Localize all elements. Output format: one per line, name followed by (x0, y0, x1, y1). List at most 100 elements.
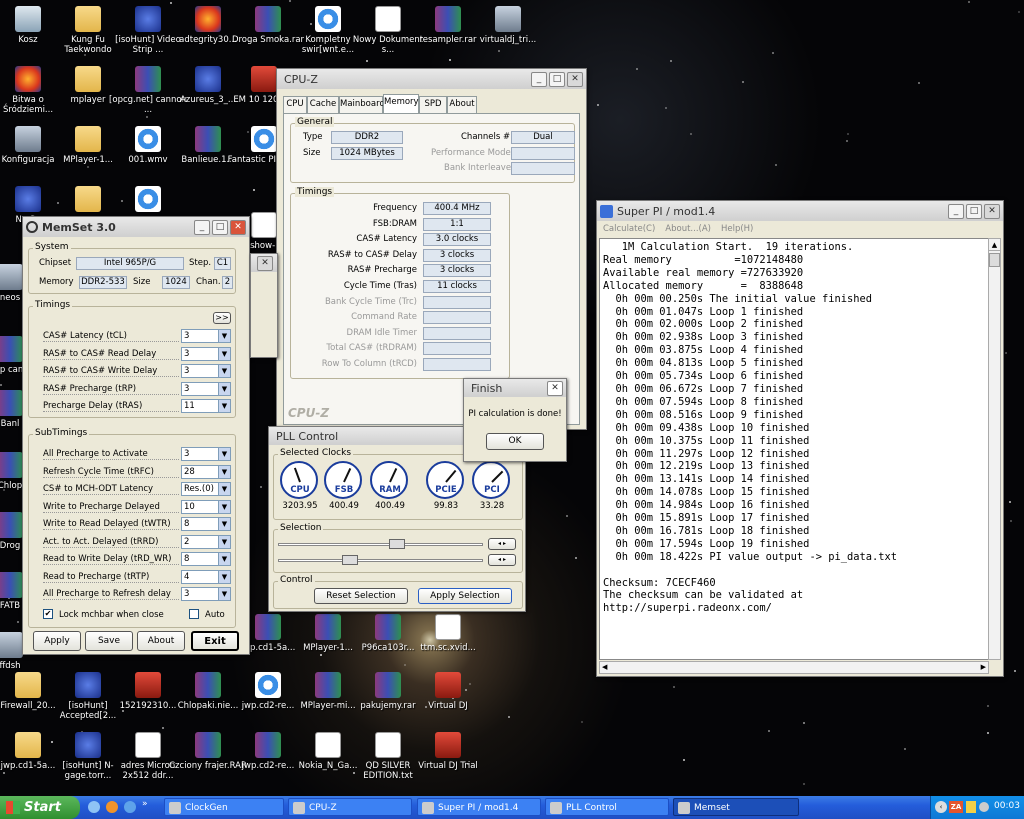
tab-about[interactable]: About (447, 96, 477, 113)
desktop-icon[interactable]: ttm.sc.xvid... (408, 612, 488, 674)
timing-select[interactable]: 11 ▼ (181, 399, 231, 413)
chevron-down-icon[interactable]: ▼ (218, 465, 230, 478)
chevron-down-icon[interactable]: ▼ (218, 553, 230, 565)
start-button[interactable]: Start (0, 796, 80, 819)
minimize-button[interactable]: _ (948, 203, 964, 219)
horizontal-scrollbar[interactable]: ◀ ▶ (599, 661, 989, 674)
timing-select[interactable]: Res.(0) ▼ (181, 482, 231, 496)
reset-selection-button[interactable]: Reset Selection (314, 588, 408, 604)
tray-collapse-icon[interactable]: ‹ (935, 801, 947, 813)
more-button[interactable]: >> (213, 312, 231, 324)
close-button[interactable]: ✕ (547, 380, 563, 396)
cpuz-titlebar[interactable]: CPU-Z _ □ ✕ (277, 69, 586, 89)
close-button[interactable]: ✕ (984, 203, 1000, 219)
superpi-titlebar[interactable]: Super PI / mod1.4 _ □ ✕ (597, 201, 1003, 221)
slider-track-2[interactable] (278, 559, 483, 562)
chevron-down-icon[interactable]: ▼ (218, 365, 230, 377)
desktop-icon[interactable]: virtualdj_tri... (468, 4, 548, 66)
scroll-right-icon[interactable]: ▶ (981, 662, 988, 673)
ie-icon[interactable] (124, 801, 136, 813)
slider-1-arrows[interactable]: ◂ ▸ (488, 538, 516, 550)
taskbar-item[interactable]: Super PI / mod1.4 (417, 798, 541, 816)
timing-select[interactable]: 3 ▼ (181, 364, 231, 378)
chevron-down-icon[interactable]: ▼ (218, 382, 230, 395)
slider-thumb-2[interactable] (342, 555, 358, 565)
rar-icon (0, 512, 23, 538)
browser-icon[interactable] (88, 801, 100, 813)
slider-track-1[interactable] (278, 543, 483, 546)
taskbar-item[interactable]: ClockGen (164, 798, 284, 816)
volume-icon[interactable] (979, 802, 989, 812)
close-button[interactable]: ✕ (567, 71, 583, 87)
timing-select[interactable]: 10 ▼ (181, 499, 231, 514)
maximize-button[interactable]: □ (966, 203, 982, 219)
star (987, 705, 989, 707)
maximize-button[interactable]: □ (212, 219, 228, 235)
close-button[interactable]: ✕ (230, 219, 246, 235)
taskbar-item[interactable]: CPU-Z (288, 798, 412, 816)
minimize-button[interactable]: _ (194, 219, 210, 235)
minimize-button[interactable]: _ (531, 71, 547, 87)
chevron-down-icon[interactable]: ▼ (218, 570, 230, 583)
auto-checkbox[interactable] (189, 609, 199, 619)
timing-label: Act. to Act. Delayed (tRRD) (43, 537, 179, 548)
maximize-button[interactable]: □ (549, 71, 565, 87)
timing-select[interactable]: 8 ▼ (181, 517, 231, 531)
desktop-icon[interactable]: Virtual DJ Trial (408, 730, 488, 792)
chevron-down-icon[interactable]: ▼ (218, 588, 230, 600)
timing-select[interactable]: 8 ▼ (181, 552, 231, 566)
chevron-down-icon[interactable]: ▼ (218, 535, 230, 548)
tray-icon[interactable] (966, 801, 976, 813)
timing-select[interactable]: 4 ▼ (181, 569, 231, 584)
ok-button[interactable]: OK (486, 433, 544, 450)
chevron-down-icon[interactable]: ▼ (218, 483, 230, 495)
timing-select[interactable]: 3 ▼ (181, 447, 231, 461)
chevron-down-icon[interactable]: ▼ (218, 518, 230, 530)
scroll-thumb[interactable] (989, 253, 1000, 267)
exit-button[interactable]: Exit (191, 631, 239, 651)
slider-2-arrows[interactable]: ◂ ▸ (488, 554, 516, 566)
apply-button[interactable]: Apply (33, 631, 81, 651)
finish-titlebar[interactable]: Finish ✕ (464, 379, 566, 397)
tab-cache[interactable]: Cache (307, 96, 339, 113)
taskbar-item[interactable]: PLL Control (545, 798, 669, 816)
chevron-down-icon[interactable]: ▼ (218, 448, 230, 460)
close-button[interactable]: ✕ (257, 255, 273, 271)
taskbar-item[interactable]: Memset (673, 798, 799, 816)
timing-select[interactable]: 3 ▼ (181, 346, 231, 361)
vertical-scrollbar[interactable]: ▲ (988, 238, 1001, 660)
tab-cpu[interactable]: CPU (283, 96, 307, 113)
chevron-down-icon[interactable]: ▼ (218, 330, 230, 342)
finish-dialog: Finish ✕ PI calculation is done! OK (463, 378, 567, 462)
chevron-down-icon[interactable]: ▼ (218, 347, 230, 360)
about-button[interactable]: About (137, 631, 185, 651)
slider-thumb-1[interactable] (389, 539, 405, 549)
timing-select[interactable]: 3 ▼ (181, 381, 231, 396)
tab-mainboard[interactable]: Mainboard (339, 96, 385, 113)
timing-select[interactable]: 2 ▼ (181, 534, 231, 549)
general-legend: General (295, 117, 335, 127)
lock-checkbox[interactable]: ✔ (43, 609, 53, 619)
timing-select[interactable]: 28 ▼ (181, 464, 231, 479)
tab-memory[interactable]: Memory (383, 94, 419, 113)
scroll-up-icon[interactable]: ▲ (989, 239, 1000, 251)
timing-select[interactable]: 3 ▼ (181, 329, 231, 343)
tab-spd[interactable]: SPD (419, 96, 447, 113)
memset-titlebar[interactable]: MemSet 3.0 _ □ ✕ (23, 217, 249, 237)
chevron-down-icon[interactable]: ▼ (218, 500, 230, 513)
desktop-icon[interactable]: Virtual DJ (408, 670, 488, 732)
star (289, 0, 291, 2)
chevron-down-icon[interactable]: ▼ (218, 400, 230, 412)
zonealarm-icon[interactable]: ZA (949, 801, 963, 813)
menu-item[interactable]: Help(H) (721, 221, 753, 237)
cfg-icon (0, 632, 23, 658)
scroll-left-icon[interactable]: ◀ (600, 663, 607, 671)
menu-item[interactable]: About...(A) (665, 221, 711, 237)
timing-select[interactable]: 3 ▼ (181, 587, 231, 601)
menu-item[interactable]: Calculate(C) (603, 221, 655, 237)
apply-selection-button[interactable]: Apply Selection (418, 588, 512, 604)
expand-icon[interactable]: » (142, 799, 148, 809)
timing-value (423, 342, 491, 356)
firefox-icon[interactable] (106, 801, 118, 813)
save-button[interactable]: Save (85, 631, 133, 651)
